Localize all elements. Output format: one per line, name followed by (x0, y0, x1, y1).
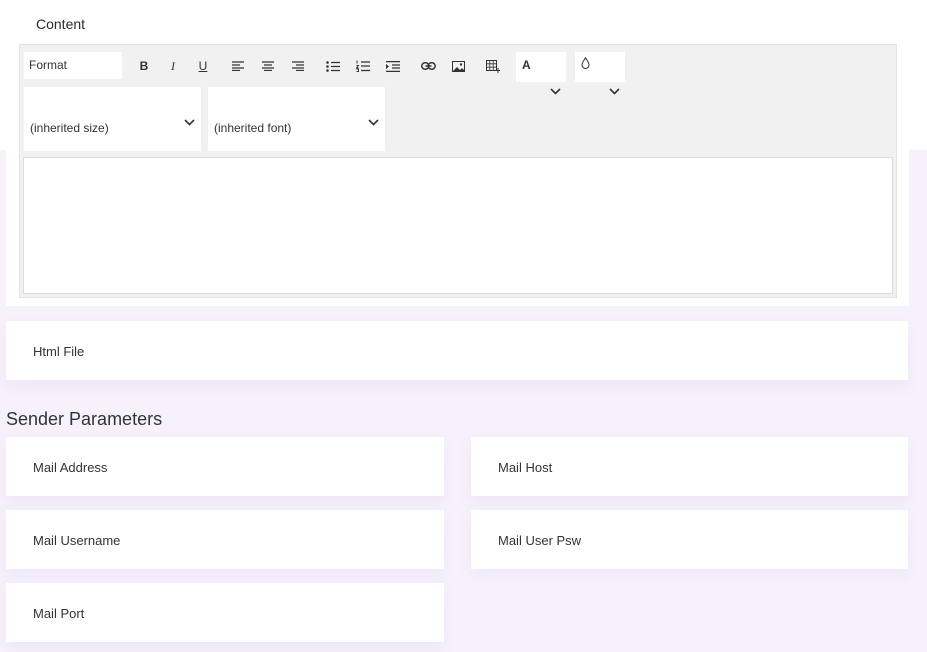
mail-host-label: Mail Host (498, 460, 553, 475)
chevron-down-icon (368, 115, 379, 129)
font-size-value: (inherited size) (30, 121, 109, 135)
mail-user-psw-label: Mail User Psw (498, 533, 582, 548)
mail-address-label: Mail Address (33, 460, 108, 475)
html-file-label: Html File (33, 344, 85, 359)
font-size-select[interactable]: (inherited size) (24, 87, 201, 151)
format-dropdown[interactable]: Format (24, 52, 122, 79)
sender-parameters-title: Sender Parameters (6, 409, 163, 429)
image-icon[interactable] (449, 57, 467, 75)
underline-button[interactable]: U (194, 57, 212, 75)
color-drop-icon (581, 56, 590, 72)
mail-address-field[interactable]: Mail Address (6, 437, 444, 496)
html-file-field[interactable]: Html File (6, 321, 908, 380)
table-icon[interactable] (484, 57, 502, 75)
font-family-select[interactable]: (inherited font) (208, 87, 385, 151)
chevron-down-icon (550, 82, 561, 100)
link-icon[interactable] (419, 57, 437, 75)
bold-button[interactable]: B (135, 57, 153, 75)
font-family-value: (inherited font) (214, 121, 292, 135)
align-left-icon[interactable] (229, 57, 247, 75)
align-right-icon[interactable] (289, 57, 307, 75)
mail-port-label: Mail Port (33, 606, 85, 621)
indent-icon[interactable] (384, 57, 402, 75)
mail-username-label: Mail Username (33, 533, 121, 548)
numbered-list-icon[interactable] (354, 57, 372, 75)
align-center-icon[interactable] (259, 57, 277, 75)
mail-host-field[interactable]: Mail Host (471, 437, 908, 496)
content-editable-area[interactable] (23, 157, 893, 294)
italic-button[interactable]: I (164, 57, 182, 75)
font-color-icon: A (522, 58, 531, 72)
background-color-dropdown[interactable] (575, 52, 625, 95)
mail-username-field[interactable]: Mail Username (6, 510, 444, 569)
content-label: Content (36, 16, 86, 32)
rich-text-editor: Format B I U A (inherited size) (inherit… (19, 44, 897, 298)
mail-user-psw-field[interactable]: Mail User Psw (471, 510, 908, 569)
mail-port-field[interactable]: Mail Port (6, 583, 444, 642)
font-color-dropdown[interactable]: A (516, 52, 566, 95)
bullet-list-icon[interactable] (324, 57, 342, 75)
chevron-down-icon (609, 82, 620, 100)
chevron-down-icon (184, 115, 195, 129)
